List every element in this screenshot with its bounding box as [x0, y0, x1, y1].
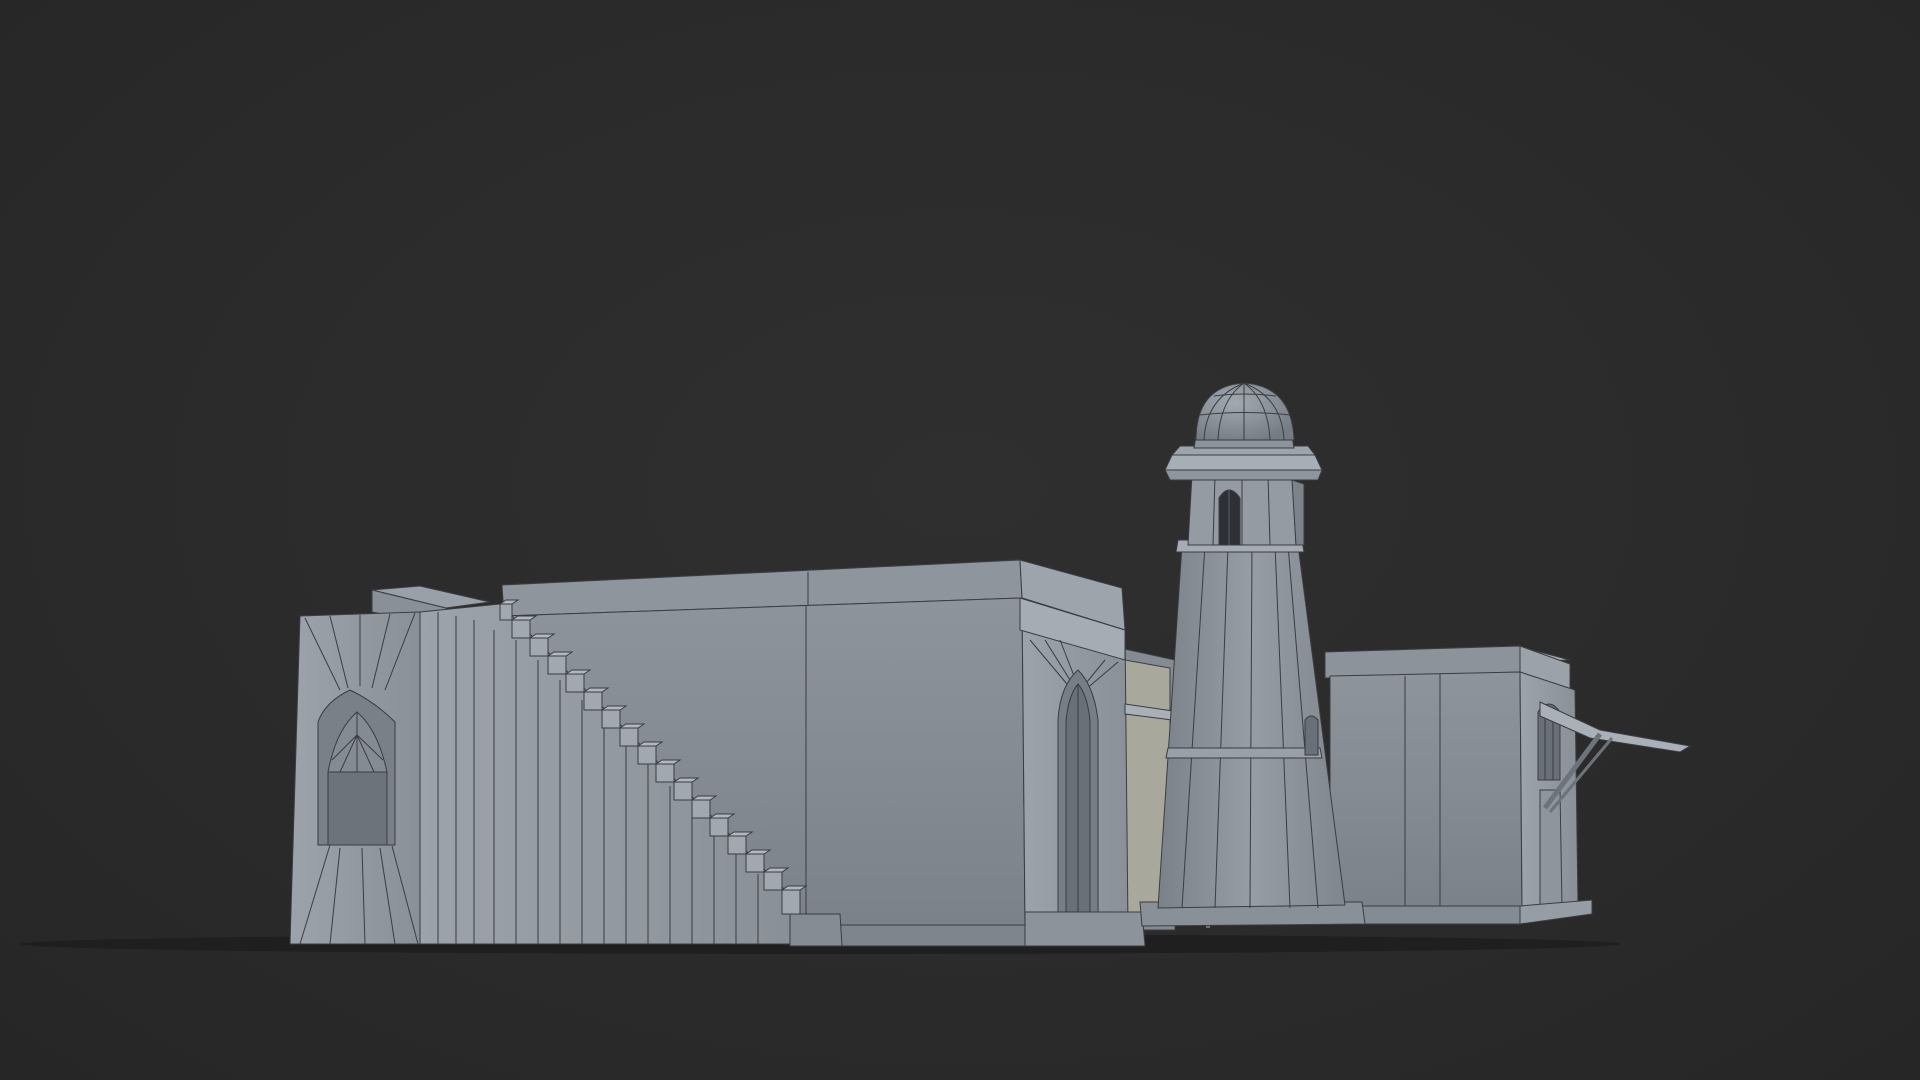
render-viewport	[0, 0, 1920, 1080]
wireframe-render	[20, 382, 1692, 954]
right-annex-building	[1323, 645, 1593, 925]
left-staircase-building	[289, 559, 1146, 947]
